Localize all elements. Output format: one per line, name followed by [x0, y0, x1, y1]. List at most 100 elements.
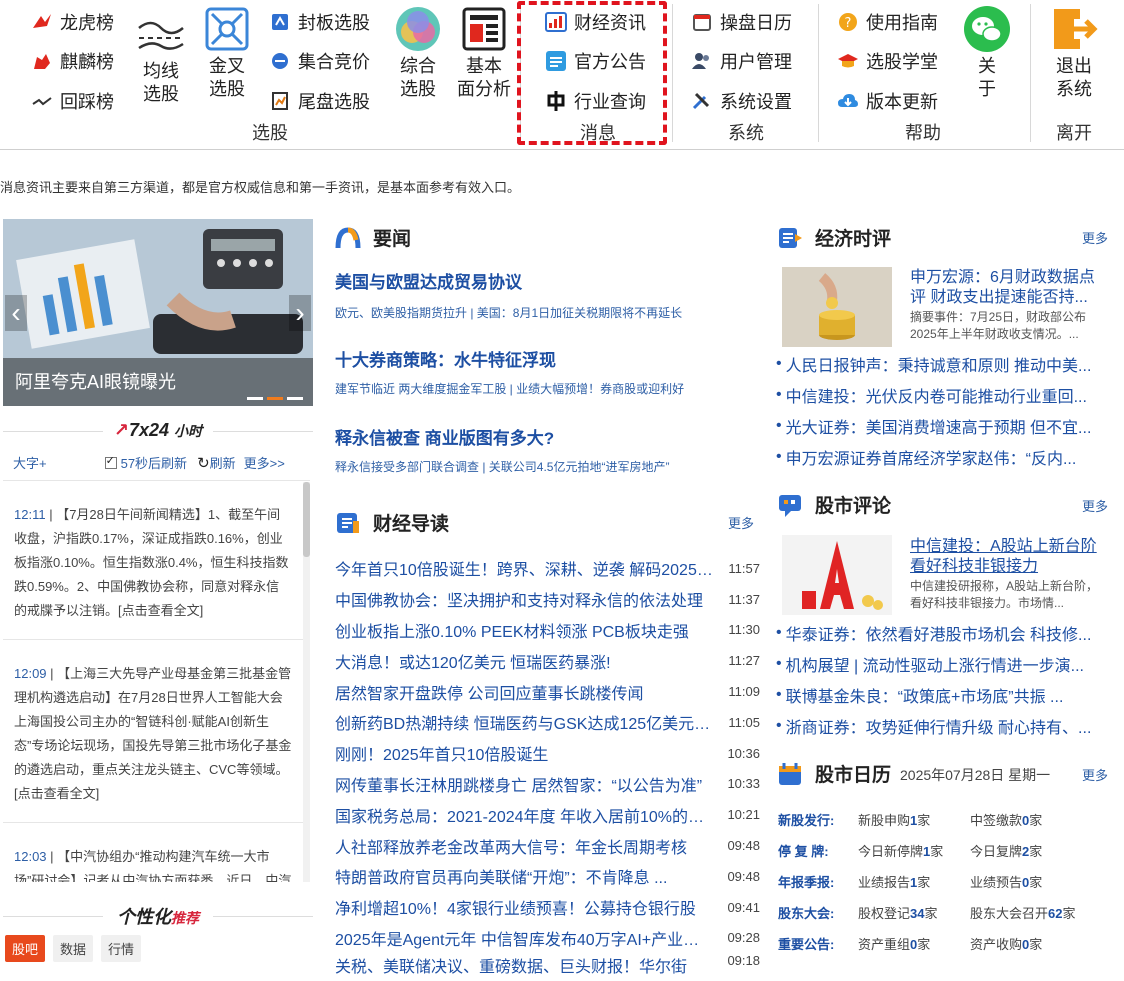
jingji-header: 经济时评 — [777, 224, 891, 251]
separator — [672, 4, 673, 142]
list-item[interactable]: 特朗普政府官员再向美联储“开炮”：不肯降息 ... 09:48 — [335, 861, 760, 892]
yaowen-icon — [335, 226, 361, 248]
jingji-list: • 人民日报钟声：秉持诚意和原则 推动中美... • 中信建投：光伏反内卷可能推动行… — [776, 348, 1110, 472]
ribbon-zonghe-button[interactable]: 综合 选股 — [391, 5, 445, 101]
list-item[interactable]: • 联博基金朱良：“政策底+市场底”共振 ... — [776, 679, 1110, 710]
list-item[interactable]: 国家税务总局：2021-2024年度 年收入居前10%的人群 10:21 — [335, 799, 760, 830]
calendar-row: 股东大会: 股权登记34家 股东大会召开62家 — [778, 897, 1108, 928]
carousel-prev-icon[interactable]: ‹ — [5, 295, 27, 331]
ribbon-jibenmian-button[interactable]: 基本 面分析 — [453, 5, 515, 101]
gushi-header: 股市评论 — [777, 491, 891, 518]
gushi-card-desc: 中信建投研报称，A股站上新台阶，看好科技非银接力。市场情... — [910, 579, 1099, 610]
ribbon-banbengengxin[interactable]: 版本更新 — [836, 88, 938, 114]
list-item[interactable]: • 中信建投：光伏反内卷可能推动行业重回... — [776, 379, 1110, 410]
list-item[interactable]: 网传董事长汪林朋跳楼身亡 居然智家：“以公告为准” 10:33 — [335, 769, 760, 800]
tag-shuju[interactable]: 数据 — [53, 935, 94, 962]
ribbon-junxian-button[interactable]: 均线 选股 — [135, 10, 187, 106]
list-item[interactable]: • 浙商证券：攻势延伸行情升级 耐心持有、... — [776, 710, 1110, 741]
ribbon-jincha-button[interactable]: 金叉 选股 — [201, 5, 253, 101]
live-news-feed[interactable]: 12:11 | 【7月28日午间新闻精选】1、截至午间收盘，沪指跌0.17%，深… — [3, 480, 310, 882]
list-item[interactable]: • 人民日报钟声：秉持诚意和原则 推动中美... — [776, 348, 1110, 379]
daodu-more-link[interactable]: 更多 — [728, 513, 754, 532]
headline-link[interactable]: 美国与欧盟达成贸易协议 — [335, 268, 522, 293]
calendar-cell[interactable]: 中签缴款0家 — [970, 810, 1042, 829]
jingji-card-title[interactable]: 申万宏源：6月财政数据点评 财政支出提速能否持... — [910, 268, 1106, 308]
list-item[interactable]: • 机构展望 | 流动性驱动上涨行情进一步演... — [776, 648, 1110, 679]
calendar-cell[interactable]: 今日复牌2家 — [970, 841, 1042, 860]
list-item[interactable]: 今年首只10倍股诞生！跨界、深耕、逆袭 解码2025年首只10倍股11:57 — [335, 553, 760, 584]
scrollbar-thumb[interactable] — [303, 482, 310, 557]
live-news-item[interactable]: 12:09 | 【上海三大先导产业母基金第三批基金管理机构遴选启动】在7月28日… — [3, 640, 310, 823]
font-size-button[interactable]: 大字+ — [13, 453, 47, 472]
more-live-link[interactable]: 更多>> — [244, 453, 285, 472]
settings-icon — [690, 90, 714, 112]
list-item[interactable]: 中国佛教协会：坚决拥护和支持对释永信的依法处理 11:37 — [335, 584, 760, 615]
list-item[interactable]: 刚刚！2025年首只10倍股诞生 10:36 — [335, 738, 760, 769]
tag-guba[interactable]: 股吧 — [5, 935, 46, 962]
gushi-thumbnail[interactable] — [782, 535, 892, 615]
ribbon-shiyongzhinan[interactable]: ? 使用指南 — [836, 9, 938, 35]
calendar-cell[interactable]: 业绩预告0家 — [970, 872, 1042, 891]
carousel-dot-active[interactable] — [267, 397, 283, 400]
help-icon: ? — [836, 11, 860, 33]
jingji-thumbnail[interactable] — [782, 267, 892, 347]
list-item[interactable]: • 申万宏源证券首席经济学家赵伟：“反内... — [776, 441, 1110, 472]
ribbon-yonghuguanli[interactable]: 用户管理 — [690, 48, 792, 74]
refresh-button[interactable]: 刷新 — [210, 453, 236, 472]
calendar-cell[interactable]: 新股申购1家 — [858, 810, 970, 829]
headline-sub[interactable]: 建军节临近 两大维度掘金军工股 | 业绩大幅预增！券商股或迎利好 — [335, 380, 684, 397]
headline-link[interactable]: 释永信被查 商业版图有多大? — [335, 424, 554, 449]
list-item[interactable]: 净利增超10%！4家银行业绩预喜！公募持仓银行股 09:41 — [335, 892, 760, 923]
calendar-cell[interactable]: 业绩报告1家 — [858, 872, 970, 891]
carousel-dots[interactable] — [247, 397, 303, 400]
auto-refresh-checkbox[interactable] — [104, 454, 117, 469]
ribbon-xitongshezhi[interactable]: 系统设置 — [690, 88, 792, 114]
live-news-item[interactable]: 12:03 | 【中汽协组办“推动构建汽车统一大市场”研讨会】记者从中汽协方面获… — [3, 823, 310, 882]
ribbon-qilinbang[interactable]: 麒麟榜 — [30, 48, 114, 74]
list-item[interactable]: 关税、美联储决议、重磅数据、巨头财报！华尔街 09:18 — [335, 953, 760, 975]
ribbon-jihejingjia[interactable]: 集合竞价 — [268, 48, 370, 74]
list-item[interactable]: 创业板指上涨0.10% PEEK材料领涨 PCB板块走强 11:30 — [335, 615, 760, 646]
ribbon-caopanrili[interactable]: 操盘日历 — [690, 9, 792, 35]
list-item[interactable]: 2025年是Agent元年 中信智库发布40万字AI+产业报告 09:28 — [335, 923, 760, 954]
ribbon-exit-button[interactable]: 退出 系统 — [1046, 5, 1102, 101]
refresh-icon[interactable]: ↻ — [197, 454, 210, 472]
calendar-cell[interactable]: 今日新停牌1家 — [858, 841, 970, 860]
auto-refresh-label: 57秒后刷新 — [120, 456, 188, 471]
ribbon-fengban[interactable]: 封板选股 — [268, 9, 370, 35]
list-item[interactable]: 创新药BD热潮持续 恒瑞医药与GSK达成125亿美元合作 11:05 — [335, 707, 760, 738]
calendar-cell[interactable]: 资产重组0家 — [858, 934, 970, 953]
carousel-dot[interactable] — [287, 397, 303, 400]
headline-sub[interactable]: 释永信接受多部门联合调查 | 关联公司4.5亿元拍地“进军房地产” — [335, 458, 669, 475]
jingji-icon — [779, 227, 802, 248]
ribbon-longhubang[interactable]: 龙虎榜 — [30, 9, 114, 35]
ribbon-about-button[interactable]: 关 于 — [960, 5, 1014, 101]
gushi-list: • 华泰证券：依然看好港股市场机会 科技修... • 机构展望 | 流动性驱动上涨行… — [776, 617, 1110, 741]
live-news-item[interactable]: 12:11 | 【7月28日午间新闻精选】1、截至午间收盘，沪指跌0.17%，深… — [3, 481, 310, 640]
carousel-dot[interactable] — [247, 397, 263, 400]
ribbon-weipan[interactable]: 尾盘选股 — [268, 88, 370, 114]
list-item[interactable]: 大消息！或达120亿美元 恒瑞医药暴涨! 11:27 — [335, 645, 760, 676]
gushi-card-title[interactable]: 中信建投：A股站上新台阶 看好科技非银接力 — [910, 537, 1106, 577]
tag-hangqing[interactable]: 行情 — [101, 935, 142, 962]
news-carousel[interactable]: ‹ › 阿里夸克AI眼镜曝光 — [3, 219, 313, 406]
list-item[interactable]: 人社部释放养老金改革两大信号：年金长周期考核 09:48 — [335, 830, 760, 861]
calendar-cell[interactable]: 股权登记34家 — [858, 903, 970, 922]
gushi-more-link[interactable]: 更多 — [1082, 496, 1108, 515]
exit-icon — [1049, 5, 1099, 53]
ribbon-toolbar: 龙虎榜 麒麟榜 回踩榜 均线 选股 金叉 选股 封板选股 集合竞价 尾盘选股 综… — [0, 0, 1124, 150]
ribbon-xuanguxuetang[interactable]: 选股学堂 — [836, 48, 938, 74]
list-item[interactable]: • 光大证券：美国消费增速高于预期 但不宜... — [776, 410, 1110, 441]
ribbon-huicaibang[interactable]: 回踩榜 — [30, 88, 114, 114]
calendar-cell[interactable]: 资产收购0家 — [970, 934, 1042, 953]
feed-scrollbar[interactable] — [303, 482, 310, 882]
carousel-next-icon[interactable]: › — [289, 295, 311, 331]
headline-link[interactable]: 十大券商策略：水牛特征浮现 — [335, 346, 556, 371]
list-item[interactable]: • 华泰证券：依然看好港股市场机会 科技修... — [776, 617, 1110, 648]
headline-sub[interactable]: 欧元、欧美股指期货拉升 | 美国：8月1日加征关税期限将不再延长 — [335, 304, 682, 321]
calendar-more-link[interactable]: 更多 — [1082, 765, 1108, 784]
list-item[interactable]: 居然智家开盘跌停 公司回应董事长跳楼传闻 11:09 — [335, 676, 760, 707]
calendar-cell[interactable]: 股东大会召开62家 — [970, 903, 1076, 922]
calendar-row: 停 复 牌: 今日新停牌1家 今日复牌2家 — [778, 835, 1108, 866]
jingji-more-link[interactable]: 更多 — [1082, 228, 1108, 247]
